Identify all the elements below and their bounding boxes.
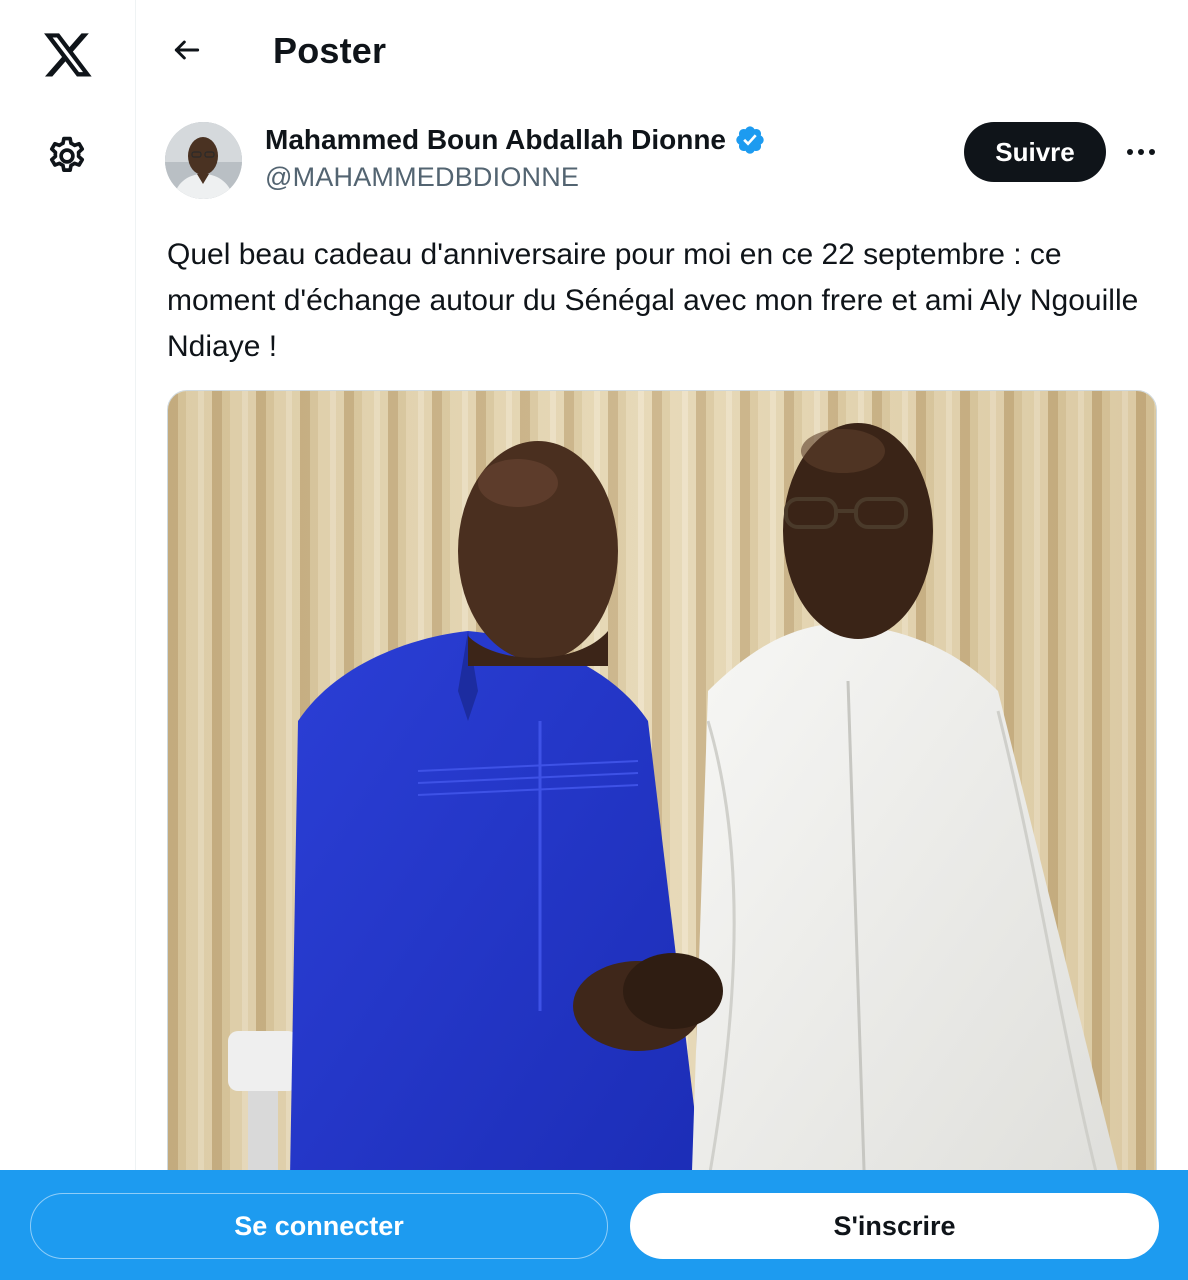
x-logo-icon[interactable] [40,28,96,80]
author-name-row: Mahammed Boun Abdallah Dionne [265,124,766,156]
bottom-signup-bar: Se connecter S'inscrire [0,1170,1188,1280]
author-block: Mahammed Boun Abdallah Dionne @MAHAMMEDB… [265,124,766,193]
page-title: Poster [273,30,387,71]
login-button[interactable]: Se connecter [30,1193,608,1259]
main-column: Poster Mahammed Boun Abdallah Dionne @MA… [137,0,1188,1280]
page-header: Poster [137,0,1188,104]
more-options-icon[interactable] [1121,132,1161,172]
signup-button[interactable]: S'inscrire [630,1193,1159,1259]
verified-badge-icon[interactable] [734,124,766,156]
avatar[interactable] [165,122,242,199]
tweet-photo[interactable] [167,390,1157,1280]
left-navigation-rail [0,0,136,1280]
author-name[interactable]: Mahammed Boun Abdallah Dionne [265,124,726,156]
author-handle[interactable]: @MAHAMMEDBDIONNE [265,162,766,193]
tweet-text: Quel beau cadeau d'anniversaire pour moi… [167,238,1139,363]
app-root: Poster Mahammed Boun Abdallah Dionne @MA… [0,0,1188,1280]
gear-icon[interactable] [44,133,90,179]
follow-button[interactable]: Suivre [964,122,1106,182]
arrow-left-icon[interactable] [167,30,207,70]
